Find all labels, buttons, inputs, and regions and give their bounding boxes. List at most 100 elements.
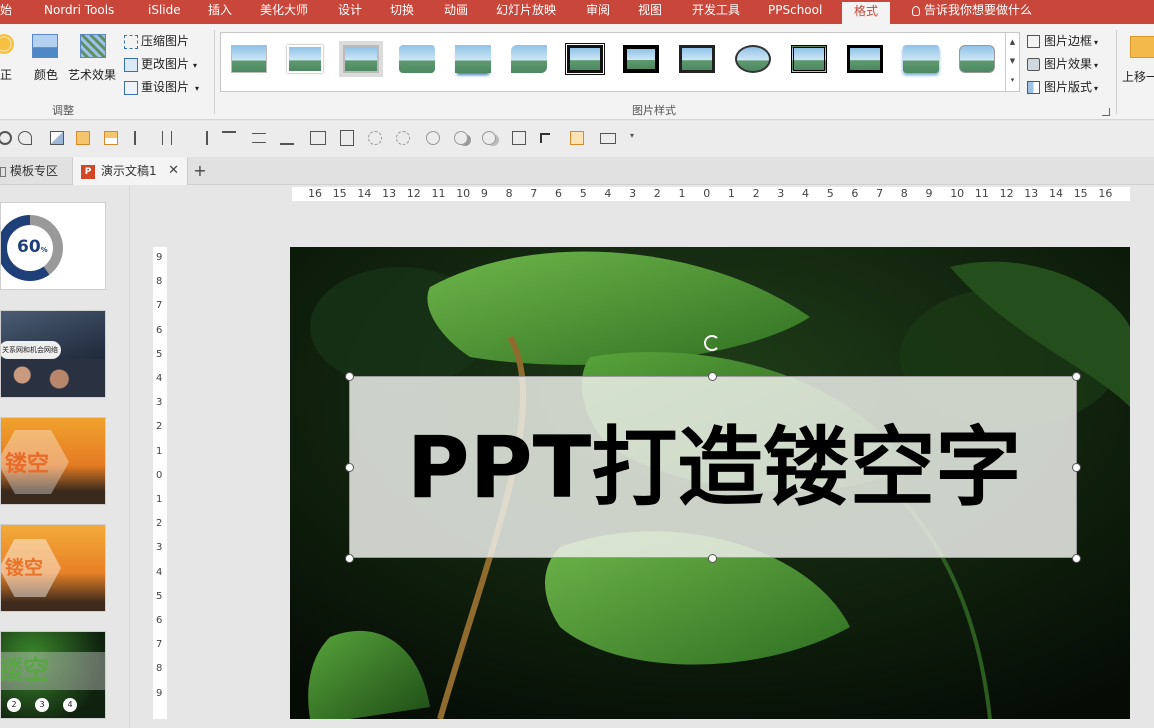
style-preview bbox=[847, 45, 883, 73]
resize-handle-right[interactable] bbox=[1072, 463, 1081, 472]
slide-thumbnail-pane: 60% 关系网和机会网络 镂空 镂空 镂空 2 3 4 bbox=[0, 186, 128, 728]
slide-title[interactable]: PPT打造镂空字 bbox=[350, 377, 1078, 559]
picture-style-5[interactable] bbox=[451, 41, 495, 77]
correct-button[interactable]: 校正 bbox=[0, 32, 22, 88]
crop-icon[interactable] bbox=[540, 133, 550, 143]
tab-design[interactable]: 设计 bbox=[338, 0, 362, 24]
compress-pictures-button[interactable]: 压缩图片 bbox=[124, 32, 189, 49]
picture-style-2[interactable] bbox=[283, 41, 327, 77]
tab-meihua[interactable]: 美化大师 bbox=[260, 0, 308, 24]
edit-points-icon[interactable] bbox=[512, 131, 526, 145]
customize-toolbar-icon[interactable]: ▾ bbox=[630, 131, 634, 140]
tab-format[interactable]: 格式 bbox=[842, 0, 891, 24]
picture-style-12[interactable] bbox=[843, 41, 887, 77]
picture-style-11[interactable] bbox=[787, 41, 831, 77]
combine-shapes-icon[interactable] bbox=[396, 131, 410, 145]
tab-review[interactable]: 审阅 bbox=[586, 0, 610, 24]
tab-islide[interactable]: iSlide bbox=[148, 0, 181, 24]
picture-style-14[interactable] bbox=[955, 41, 999, 77]
tab-slideshow[interactable]: 幻灯片放映 bbox=[496, 0, 556, 24]
color-button[interactable]: 颜色 bbox=[30, 32, 62, 88]
resize-handle-bottom-right[interactable] bbox=[1072, 554, 1081, 563]
ruler-tick-label: 16 bbox=[1098, 187, 1113, 200]
align-right-icon[interactable] bbox=[194, 131, 208, 145]
selection-pane-icon[interactable] bbox=[570, 131, 584, 145]
color-picture-icon bbox=[32, 34, 58, 58]
flip-icon[interactable] bbox=[18, 131, 32, 145]
tab-view[interactable]: 视图 bbox=[638, 0, 662, 24]
group-objects-icon[interactable] bbox=[76, 131, 90, 145]
slide-thumbnail-2[interactable]: 关系网和机会网络 bbox=[0, 310, 106, 398]
slide-thumbnail-3[interactable]: 镂空 bbox=[0, 417, 106, 505]
tab-animations[interactable]: 动画 bbox=[444, 0, 468, 24]
resize-handle-left[interactable] bbox=[345, 463, 354, 472]
resize-handle-bottom-left[interactable] bbox=[345, 554, 354, 563]
ruler-tick-label: 15 bbox=[332, 187, 347, 200]
distribute-horizontal-icon[interactable] bbox=[310, 131, 326, 145]
picture-layout-button[interactable]: 图片版式 ▾ bbox=[1027, 78, 1098, 95]
align-bottom-icon[interactable] bbox=[280, 131, 294, 145]
rotate-handle-icon[interactable] bbox=[704, 335, 720, 351]
union-shapes-icon[interactable] bbox=[368, 131, 382, 145]
tell-me-search[interactable]: 告诉我你想要做什么 bbox=[912, 0, 1032, 24]
ruler-tick-label: 13 bbox=[1024, 187, 1039, 200]
slide-thumbnail-1[interactable]: 60% bbox=[0, 202, 106, 290]
picture-style-9[interactable] bbox=[675, 41, 719, 77]
ruler-tick-label: 16 bbox=[308, 187, 322, 200]
picture-style-4[interactable] bbox=[395, 41, 439, 77]
ruler-tick-label: 8 bbox=[900, 187, 908, 200]
align-top-icon[interactable] bbox=[222, 131, 236, 145]
picture-style-3[interactable] bbox=[339, 41, 383, 77]
resize-handle-top-right[interactable] bbox=[1072, 372, 1081, 381]
step-number: 3 bbox=[35, 698, 49, 712]
picture-style-13[interactable] bbox=[899, 41, 943, 77]
intersect-shapes-icon[interactable] bbox=[454, 131, 468, 145]
new-tab-button[interactable]: + bbox=[190, 157, 210, 185]
align-left-icon[interactable] bbox=[134, 131, 148, 145]
tab-ppschool[interactable]: PPSchool bbox=[768, 0, 822, 24]
tab-insert[interactable]: 插入 bbox=[208, 0, 232, 24]
selected-text-box[interactable]: PPT打造镂空字 bbox=[349, 376, 1077, 558]
resize-handle-top[interactable] bbox=[708, 372, 717, 381]
picture-effect-button[interactable]: 图片效果 ▾ bbox=[1027, 55, 1098, 72]
rotate-icon[interactable] bbox=[0, 131, 12, 145]
picture-style-6[interactable] bbox=[507, 41, 551, 77]
tab-transitions[interactable]: 切换 bbox=[390, 0, 414, 24]
gallery-scroll-controls[interactable]: ▲ ▼ ▾ bbox=[1005, 33, 1019, 91]
reset-picture-button[interactable]: 重设图片 ▾ bbox=[124, 78, 199, 95]
ungroup-icon[interactable] bbox=[104, 131, 118, 145]
select-objects-icon[interactable] bbox=[50, 131, 64, 145]
presentation-tab-label: 演示文稿1 bbox=[101, 164, 157, 178]
picture-style-1[interactable] bbox=[227, 41, 271, 77]
tab-developer[interactable]: 开发工具 bbox=[692, 0, 740, 24]
align-middle-icon[interactable] bbox=[252, 133, 266, 143]
resize-handle-bottom[interactable] bbox=[708, 554, 717, 563]
resize-handle-top-left[interactable] bbox=[345, 372, 354, 381]
ruler-tick-label: 1 bbox=[727, 187, 735, 200]
picture-style-7[interactable] bbox=[563, 41, 607, 77]
slide-thumbnail-5[interactable]: 镂空 2 3 4 bbox=[0, 631, 106, 719]
distribute-vertical-icon[interactable] bbox=[340, 130, 354, 146]
tab-presentation[interactable]: P 演示文稿1 ✕ bbox=[72, 157, 188, 185]
art-effect-button[interactable]: 艺术效果 bbox=[68, 32, 120, 88]
screen-capture-icon[interactable] bbox=[600, 133, 616, 144]
step-number: 2 bbox=[7, 698, 21, 712]
slide-thumbnail-4[interactable]: 镂空 bbox=[0, 524, 106, 612]
tab-nordri-tools[interactable]: Nordri Tools bbox=[44, 0, 114, 24]
picture-style-8[interactable] bbox=[619, 41, 663, 77]
tab-start[interactable]: 始 bbox=[0, 0, 12, 24]
picture-border-button[interactable]: 图片边框 ▾ bbox=[1027, 32, 1098, 49]
align-center-icon[interactable] bbox=[162, 131, 172, 145]
tab-template-zone[interactable]: 模板专区 bbox=[0, 157, 72, 185]
dialog-launcher-icon[interactable] bbox=[1102, 108, 1110, 116]
fragment-shapes-icon[interactable] bbox=[426, 131, 440, 145]
ruler-tick-label: 5 bbox=[156, 590, 163, 602]
chevron-down-icon: ▾ bbox=[1094, 38, 1099, 47]
bring-forward-button[interactable]: 上移一 bbox=[1122, 32, 1154, 102]
subtract-shapes-icon[interactable] bbox=[482, 131, 496, 145]
picture-style-10[interactable] bbox=[731, 41, 775, 77]
thumbnail-scrollbar[interactable] bbox=[129, 186, 147, 728]
change-picture-button[interactable]: 更改图片 ▾ bbox=[124, 55, 197, 72]
vertical-ruler: 9 8 7 6 5 4 3 2 1 0 1 2 3 4 5 6 7 8 9 bbox=[153, 247, 167, 719]
close-icon[interactable]: ✕ bbox=[168, 157, 179, 185]
